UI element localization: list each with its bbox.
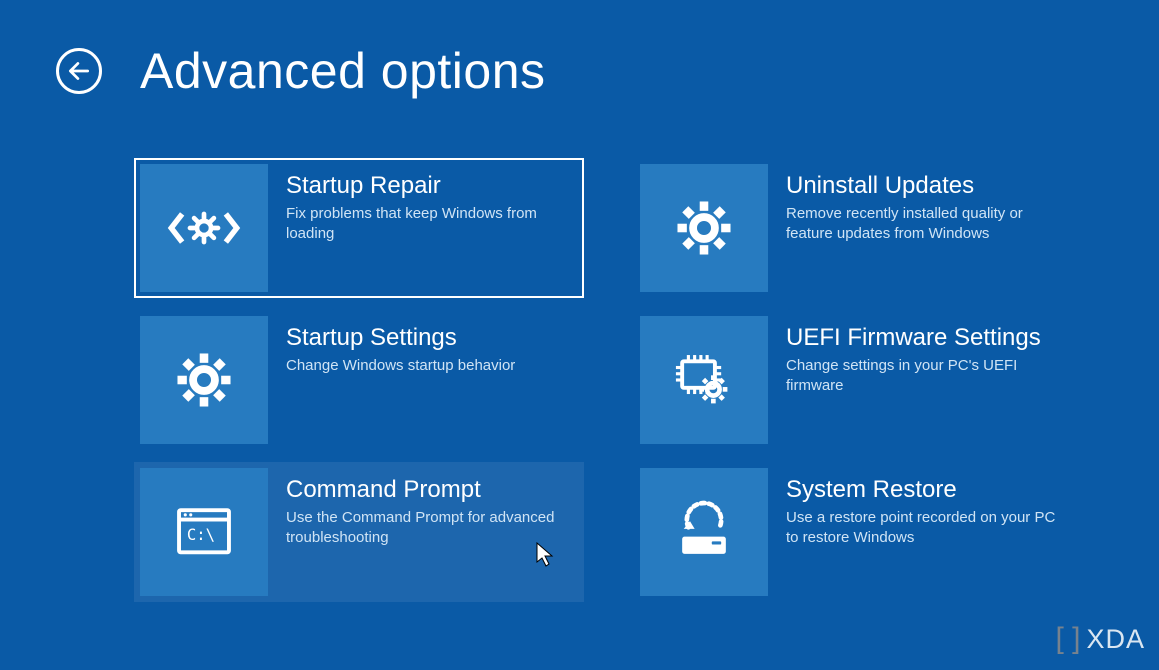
option-title: System Restore	[786, 476, 1068, 504]
option-text: Command Prompt Use the Command Prompt fo…	[286, 468, 578, 549]
option-title: UEFI Firmware Settings	[786, 324, 1068, 352]
watermark: [ ] XDA	[1055, 622, 1145, 656]
back-button[interactable]	[56, 48, 102, 94]
options-grid: Startup Repair Fix problems that keep Wi…	[0, 100, 1159, 602]
option-description: Use a restore point recorded on your PC …	[786, 508, 1068, 549]
option-text: UEFI Firmware Settings Change settings i…	[786, 316, 1078, 397]
option-description: Fix problems that keep Windows from load…	[286, 204, 568, 245]
page-title: Advanced options	[140, 42, 546, 100]
gear-icon	[140, 316, 268, 444]
back-arrow-icon	[66, 58, 92, 84]
option-startup-repair[interactable]: Startup Repair Fix problems that keep Wi…	[134, 158, 584, 298]
option-title: Command Prompt	[286, 476, 568, 504]
header: Advanced options	[0, 0, 1159, 100]
watermark-text: XDA	[1086, 624, 1145, 655]
option-command-prompt[interactable]: C:\ Command Prompt Use the Command Promp…	[134, 462, 584, 602]
option-system-restore[interactable]: System Restore Use a restore point recor…	[634, 462, 1084, 602]
option-title: Startup Settings	[286, 324, 515, 352]
option-text: Uninstall Updates Remove recently instal…	[786, 164, 1078, 245]
repair-icon	[140, 164, 268, 292]
option-description: Use the Command Prompt for advanced trou…	[286, 508, 568, 549]
firmware-icon	[640, 316, 768, 444]
option-title: Uninstall Updates	[786, 172, 1068, 200]
option-uefi-firmware[interactable]: UEFI Firmware Settings Change settings i…	[634, 310, 1084, 450]
restore-icon	[640, 468, 768, 596]
option-description: Change settings in your PC's UEFI firmwa…	[786, 356, 1068, 397]
terminal-icon: C:\	[140, 468, 268, 596]
option-description: Change Windows startup behavior	[286, 356, 515, 376]
option-startup-settings[interactable]: Startup Settings Change Windows startup …	[134, 310, 584, 450]
option-text: Startup Repair Fix problems that keep Wi…	[286, 164, 578, 245]
bracket-icon: [ ]	[1055, 622, 1080, 656]
gear-icon	[640, 164, 768, 292]
option-uninstall-updates[interactable]: Uninstall Updates Remove recently instal…	[634, 158, 1084, 298]
svg-text:C:\: C:\	[187, 526, 215, 544]
option-title: Startup Repair	[286, 172, 568, 200]
option-description: Remove recently installed quality or fea…	[786, 204, 1068, 245]
option-text: System Restore Use a restore point recor…	[786, 468, 1078, 549]
option-text: Startup Settings Change Windows startup …	[286, 316, 525, 376]
